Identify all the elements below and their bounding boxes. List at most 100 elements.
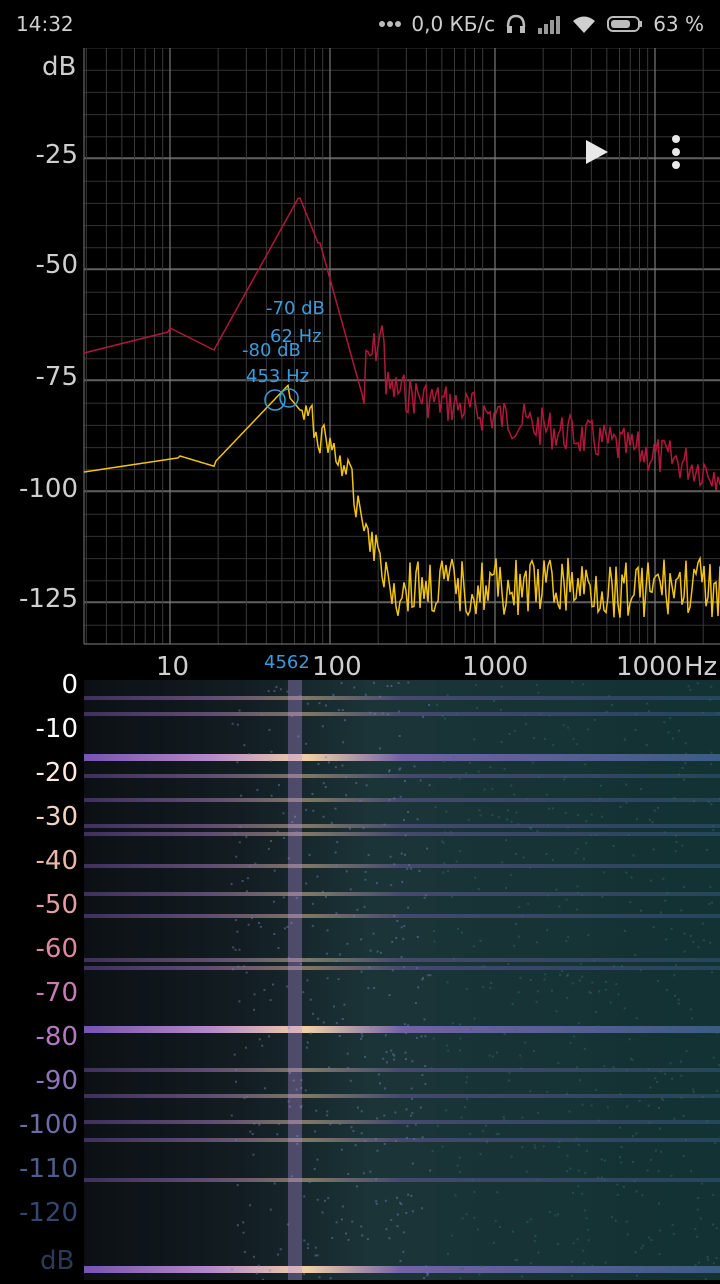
spectrogram-noise: [315, 1247, 317, 1249]
spectrogram-noise: [254, 863, 256, 865]
spectrogram-noise: [258, 922, 260, 924]
spectrogram-noise: [240, 795, 242, 797]
spectrogram-noise: [697, 1197, 699, 1199]
spectrogram-noise: [584, 1048, 586, 1050]
spectrogram-noise: [505, 887, 507, 889]
spectrogram-noise: [717, 713, 719, 715]
spectrogram-noise: [477, 1228, 479, 1230]
spectrogram-noise: [563, 724, 565, 726]
spectrogram-noise: [459, 1049, 461, 1051]
spectrogram-noise: [312, 810, 314, 812]
spectrogram-noise: [474, 1018, 476, 1020]
spectrogram-noise: [246, 1096, 248, 1098]
spectro-y-tick: -100: [10, 1110, 78, 1140]
marker2-db: -80 dB: [242, 340, 301, 361]
spectrogram-canvas[interactable]: [0, 648, 720, 1280]
spectrogram-noise: [235, 949, 237, 951]
spectrogram-noise: [256, 1273, 258, 1275]
spectrogram-noise: [429, 974, 431, 976]
spectrogram-noise: [577, 1185, 579, 1187]
spectrogram-noise: [557, 1243, 559, 1245]
spectrogram-noise: [383, 1115, 385, 1117]
spectrogram-noise: [571, 1261, 573, 1263]
spectrogram-noise: [523, 857, 525, 859]
spectrogram-noise: [480, 940, 482, 942]
spectrogram-noise: [683, 1030, 685, 1032]
spectrogram-noise: [331, 822, 333, 824]
spectrogram-noise: [711, 752, 713, 754]
spectrogram-noise: [626, 1221, 628, 1223]
dots-icon: [379, 20, 401, 28]
spectrogram-noise: [601, 896, 603, 898]
spectrogram-noise: [600, 785, 602, 787]
spectrogram-noise: [379, 1082, 381, 1084]
spectrogram-noise: [466, 988, 468, 990]
spectrogram-noise: [433, 940, 435, 942]
spectrogram-noise: [402, 938, 404, 940]
spectrogram-noise: [552, 744, 554, 746]
spectrogram-noise: [675, 850, 677, 852]
spectrogram-noise: [270, 840, 272, 842]
more-vert-icon[interactable]: [666, 134, 686, 170]
spectrogram-noise: [280, 688, 282, 690]
spectrum-graph[interactable]: dB -25 -50 -75 -100 -125 -70 dB 62 Hz -8…: [0, 48, 720, 648]
spectrogram-noise: [319, 702, 321, 704]
spectrogram-noise: [350, 888, 352, 890]
spectrogram-noise: [589, 991, 591, 993]
spectrogram-noise: [326, 1111, 328, 1113]
spectrogram-noise: [399, 1202, 401, 1204]
spectrogram-noise: [642, 1245, 644, 1247]
spectrogram-noise: [433, 1038, 435, 1040]
spectrogram-noise: [521, 915, 523, 917]
spectrogram-noise: [361, 971, 363, 973]
spectrogram-noise: [624, 1007, 626, 1009]
spectrogram-noise: [573, 738, 575, 740]
spectrogram-noise: [237, 724, 239, 726]
spectrogram-noise: [548, 808, 550, 810]
spectrogram-noise: [323, 1021, 325, 1023]
spectrogram-noise: [681, 845, 683, 847]
spectrogram-noise: [646, 703, 648, 705]
spectrogram-noise: [249, 1131, 251, 1133]
spectrogram-noise: [395, 937, 397, 939]
play-icon[interactable]: [584, 138, 610, 166]
spectrogram-noise: [442, 715, 444, 717]
spectrogram-noise: [456, 713, 458, 715]
spectrogram-noise: [599, 798, 601, 800]
spectrogram-noise: [243, 965, 245, 967]
spectrogram-noise: [713, 1057, 715, 1059]
spectrogram-noise: [558, 1146, 560, 1148]
wifi-icon: [571, 14, 597, 34]
spectrogram-noise: [319, 1276, 321, 1278]
spectrogram-noise: [632, 1161, 634, 1163]
spectrogram-noise: [424, 1083, 426, 1085]
overflow-menu-button[interactable]: [666, 134, 686, 170]
spectrogram-noise: [566, 997, 568, 999]
spectrogram-noise: [532, 762, 534, 764]
spectrogram-noise: [603, 871, 605, 873]
spectrum-plot[interactable]: [0, 48, 720, 648]
spectrogram-noise: [501, 686, 503, 688]
spectrogram-noise: [452, 1022, 454, 1024]
spectrogram-noise: [529, 867, 531, 869]
spectrogram[interactable]: 0 -10 -20 -30 -40 -50 -60 -70 -80 -90 -1…: [0, 648, 720, 1280]
spectrogram-noise: [530, 1218, 532, 1220]
spectrogram-noise: [427, 974, 429, 976]
spectrogram-noise: [419, 870, 421, 872]
spectrogram-noise: [317, 1159, 319, 1161]
headset-icon: [505, 13, 527, 35]
spectrogram-noise: [317, 1199, 319, 1201]
play-button[interactable]: [584, 138, 610, 166]
spectrogram-noise: [422, 1136, 424, 1138]
spectrogram-noise: [286, 986, 288, 988]
spectrogram-noise: [303, 1273, 305, 1275]
spectrogram-noise: [278, 1123, 280, 1125]
spectrogram-noise: [624, 930, 626, 932]
spectrogram-noise: [698, 1262, 700, 1264]
y-unit-label: dB: [42, 52, 76, 82]
spectrogram-noise: [314, 1168, 316, 1170]
spectrogram-noise: [579, 1079, 581, 1081]
spectrogram-noise: [232, 946, 234, 948]
y-tick: -125: [10, 584, 78, 614]
spectrogram-band: [84, 712, 720, 716]
